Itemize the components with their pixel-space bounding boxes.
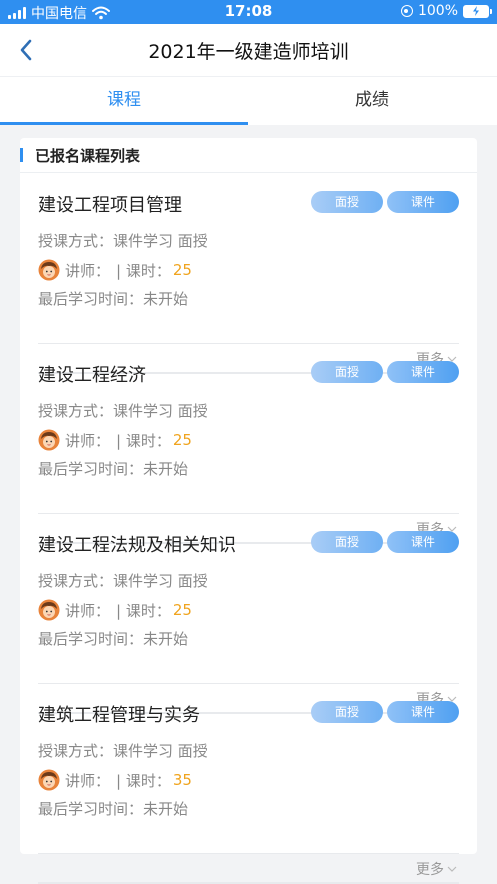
teacher-label: 讲师： <box>65 771 111 790</box>
course-card[interactable]: 建设工程法规及相关知识 面授 课件 授课方式：课件学习 面授 讲师： | 课时：… <box>20 513 477 714</box>
hours-label: | 课时： <box>116 771 171 790</box>
course-card[interactable]: 建设工程经济 面授 课件 授课方式：课件学习 面授 讲师： | 课时： 25 最… <box>20 343 477 544</box>
tag-courseware[interactable]: 课件 <box>387 531 459 553</box>
tag-face-to-face[interactable]: 面授 <box>311 531 383 553</box>
tag-courseware[interactable]: 课件 <box>387 191 459 213</box>
card-divider <box>38 853 459 854</box>
course-card[interactable]: 建设工程项目管理 面授 课件 授课方式：课件学习 面授 讲师： | 课时： 25… <box>20 173 477 374</box>
course-hours: 25 <box>172 601 192 619</box>
course-mode: 授课方式：课件学习 面授 <box>38 232 208 250</box>
teacher-label: 讲师： <box>65 261 111 280</box>
tab-bar: 课程 成绩 <box>0 76 497 125</box>
tag-face-to-face[interactable]: 面授 <box>311 361 383 383</box>
teacher-label: 讲师： <box>65 431 111 450</box>
chevron-down-icon <box>447 866 457 872</box>
course-list-panel: 已报名课程列表 建设工程项目管理 面授 课件 授课方式：课件学习 面授 讲师： … <box>20 138 477 884</box>
hours-label: | 课时： <box>116 601 171 620</box>
section-header: 已报名课程列表 <box>20 138 477 173</box>
teacher-avatar-icon <box>38 599 60 621</box>
more-label: 更多 <box>416 862 444 878</box>
course-mode: 授课方式：课件学习 面授 <box>38 402 208 420</box>
orientation-lock-icon <box>400 5 413 17</box>
course-teacher-row: 讲师： | 课时： 35 <box>38 767 192 793</box>
nav-bar: 2021年一级建造师培训 <box>0 24 497 76</box>
course-mode: 授课方式：课件学习 面授 <box>38 572 208 590</box>
course-title[interactable]: 建设工程经济 <box>38 361 146 387</box>
teacher-avatar-icon <box>38 259 60 281</box>
teacher-avatar-icon <box>38 769 60 791</box>
course-hours: 35 <box>172 771 192 789</box>
course-title[interactable]: 建设工程法规及相关知识 <box>38 531 236 557</box>
teacher-label: 讲师： <box>65 601 111 620</box>
more-button[interactable]: 更多 <box>416 859 457 879</box>
hours-label: | 课时： <box>116 431 171 450</box>
section-title: 已报名课程列表 <box>35 147 141 165</box>
tag-face-to-face[interactable]: 面授 <box>311 701 383 723</box>
hours-label: | 课时： <box>116 261 171 280</box>
last-study-time: 最后学习时间：未开始 <box>38 460 189 478</box>
tag-face-to-face[interactable]: 面授 <box>311 191 383 213</box>
course-mode: 授课方式：课件学习 面授 <box>38 742 208 760</box>
battery-percent: 100% <box>417 3 458 19</box>
course-title[interactable]: 建筑工程管理与实务 <box>38 701 200 727</box>
tag-courseware[interactable]: 课件 <box>387 361 459 383</box>
page-title: 2021年一级建造师培训 <box>148 41 349 63</box>
last-study-time: 最后学习时间：未开始 <box>38 290 189 308</box>
battery-icon <box>463 4 492 18</box>
tab-score[interactable]: 成绩 <box>248 77 496 125</box>
section-accent-bar <box>20 148 23 162</box>
status-bar: 中国电信 17:08 100% <box>0 0 497 24</box>
course-teacher-row: 讲师： | 课时： 25 <box>38 257 192 283</box>
tag-courseware[interactable]: 课件 <box>387 701 459 723</box>
course-card[interactable]: 建筑工程管理与实务 面授 课件 授课方式：课件学习 面授 讲师： | 课时： 3… <box>20 683 477 884</box>
course-teacher-row: 讲师： | 课时： 25 <box>38 597 192 623</box>
last-study-time: 最后学习时间：未开始 <box>38 630 189 648</box>
status-right: 100% <box>400 3 492 19</box>
course-title[interactable]: 建设工程项目管理 <box>38 191 182 217</box>
tab-course[interactable]: 课程 <box>0 77 248 125</box>
teacher-avatar-icon <box>38 429 60 451</box>
course-teacher-row: 讲师： | 课时： 25 <box>38 427 192 453</box>
last-study-time: 最后学习时间：未开始 <box>38 800 189 818</box>
course-hours: 25 <box>172 261 192 279</box>
course-hours: 25 <box>172 431 192 449</box>
